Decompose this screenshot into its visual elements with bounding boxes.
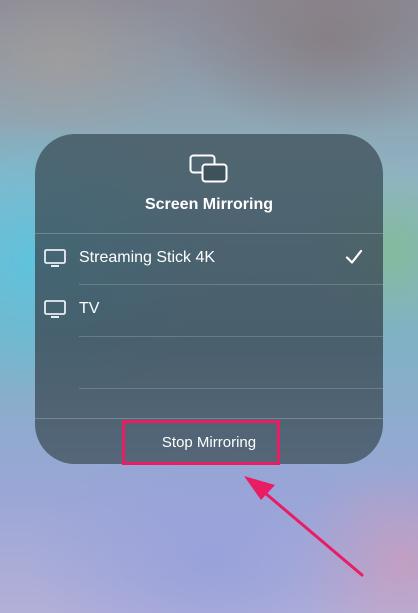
- checkmark-icon: [345, 249, 363, 264]
- row-divider: [79, 388, 383, 389]
- panel-header: [35, 134, 383, 232]
- screen-mirroring-icon: [189, 154, 228, 183]
- screen-mirroring-panel: Screen Mirroring Streaming Stick 4K TV S…: [35, 134, 383, 464]
- device-label: Streaming Stick 4K: [79, 249, 216, 266]
- tv-icon: [44, 300, 66, 318]
- device-label: TV: [79, 300, 100, 317]
- device-row-streaming-stick[interactable]: Streaming Stick 4K: [35, 234, 383, 285]
- tv-icon: [44, 249, 66, 267]
- row-divider: [79, 336, 383, 337]
- device-row-tv[interactable]: TV: [35, 285, 383, 336]
- panel-title: Screen Mirroring: [144, 196, 274, 213]
- highlight-box: [122, 420, 280, 465]
